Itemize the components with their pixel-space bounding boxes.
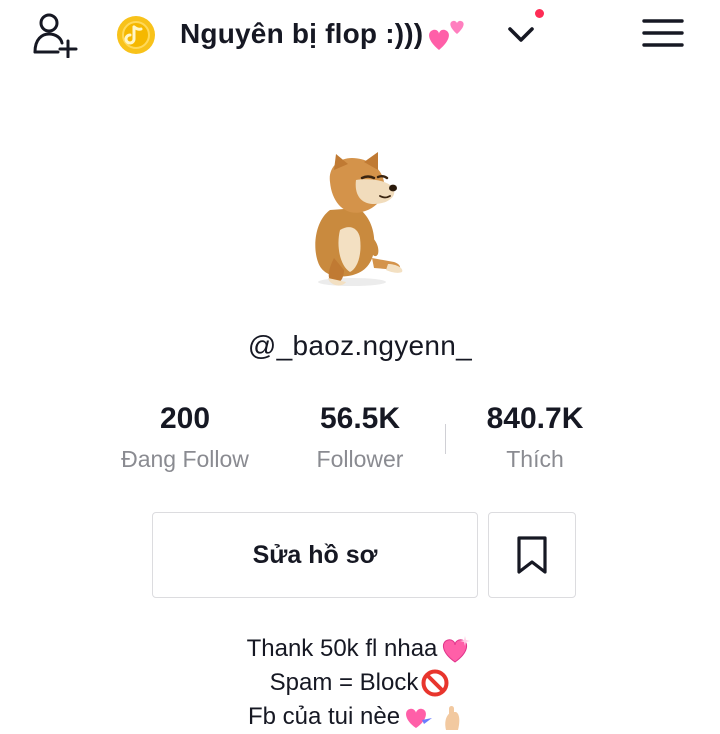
edit-profile-label: Sửa hồ sơ <box>252 540 378 569</box>
bookmark-icon <box>517 536 547 574</box>
bio-line: Spam = Block <box>0 666 720 700</box>
bio-line-text: Spam = Block <box>269 669 419 696</box>
profile-bio: Thank 50k fl nhaa Spam = Block Fb của tu… <box>0 632 720 734</box>
notification-dot <box>535 9 544 18</box>
hamburger-menu-icon[interactable] <box>640 13 686 53</box>
stat-followers-value: 56.5K <box>319 402 401 435</box>
stat-following[interactable]: 200 Đang Follow <box>95 398 275 473</box>
stat-followers-label: Follower <box>316 446 404 472</box>
stat-likes[interactable]: 840.7K Thích <box>445 398 625 473</box>
bio-line: Thank 50k fl nhaa <box>0 632 720 666</box>
two-hearts-icon <box>429 20 464 50</box>
bio-line-text: Thank 50k fl nhaa <box>246 635 438 662</box>
bio-line: Fb của tui nèe <box>0 700 720 734</box>
shiba-dog-avatar[interactable] <box>300 150 410 290</box>
account-title: Nguyên bị flop :))) <box>180 18 424 49</box>
top-bar: Nguyên bị flop :))) <box>0 0 720 70</box>
add-user-icon[interactable] <box>30 12 82 58</box>
profile-username: @_baoz.ngyenn_ <box>247 330 473 361</box>
prohibited-icon <box>421 669 449 697</box>
profile-stats: 200 Đang Follow 56.5K Follower 840.7K Th… <box>0 398 720 488</box>
stat-divider <box>445 424 446 454</box>
bio-line-text: Fb của tui nèe <box>247 703 401 730</box>
edit-profile-button[interactable]: Sửa hồ sơ <box>152 512 478 598</box>
coin-icon[interactable] <box>116 15 156 55</box>
favorites-button[interactable] <box>488 512 576 598</box>
stat-following-value: 200 <box>159 402 211 435</box>
account-switcher[interactable]: Nguyên bị flop :))) <box>180 14 469 54</box>
stat-likes-value: 840.7K <box>486 402 584 435</box>
hearts-and-hand-icons <box>406 706 460 730</box>
chevron-down-icon[interactable] <box>506 20 536 48</box>
sparkling-heart-icon <box>443 636 471 663</box>
stat-followers[interactable]: 56.5K Follower <box>270 398 450 473</box>
stat-following-label: Đang Follow <box>121 446 249 472</box>
stat-likes-label: Thích <box>506 446 564 472</box>
